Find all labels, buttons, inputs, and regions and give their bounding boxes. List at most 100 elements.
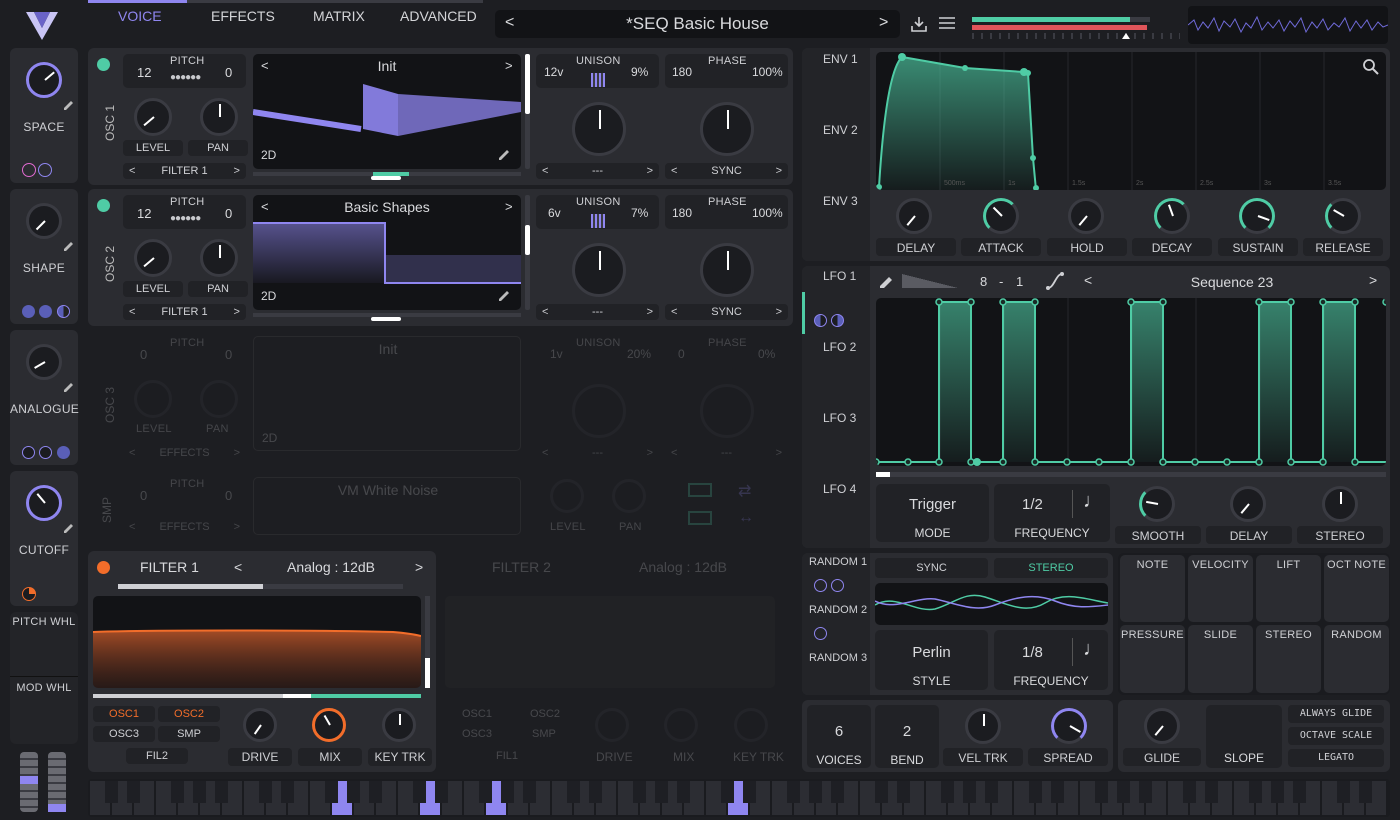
- random-frequency-value[interactable]: 1/8: [1022, 644, 1043, 661]
- osc1-unison-voices[interactable]: 12v: [544, 65, 563, 79]
- filter2-source-osc3[interactable]: OSC3: [462, 728, 492, 740]
- piano-key-black[interactable]: [721, 781, 734, 803]
- osc3-level-knob[interactable]: [134, 380, 172, 418]
- osc2-unison-detune[interactable]: 7%: [631, 206, 648, 220]
- volume-meter[interactable]: [972, 15, 1180, 41]
- preset-selector[interactable]: < *SEQ Basic House >: [495, 10, 900, 38]
- filter1-response-display[interactable]: [93, 596, 421, 688]
- osc3-distortion-type[interactable]: < --- >: [665, 445, 788, 461]
- lfo-shape-name[interactable]: Sequence 23: [1092, 274, 1372, 290]
- piano-key-black[interactable]: [1095, 781, 1108, 803]
- lfo-smooth-knob[interactable]: [1139, 486, 1175, 522]
- mod-source-note[interactable]: NOTE: [1120, 555, 1185, 622]
- lfo-grid-x[interactable]: 8: [980, 274, 987, 289]
- mod-source-icon[interactable]: [814, 627, 827, 640]
- piano-key-black[interactable]: [215, 781, 228, 803]
- filter2-mix-knob[interactable]: [664, 708, 698, 742]
- voices-control[interactable]: 6 VOICES: [807, 705, 871, 768]
- osc2-wavetable-mode[interactable]: 2D: [261, 289, 276, 303]
- osc2-distortion-knob[interactable]: [700, 243, 754, 297]
- tab-env1[interactable]: ENV 1: [823, 52, 858, 66]
- mod-source-icons[interactable]: [814, 314, 845, 332]
- filter2-source-osc2[interactable]: OSC2: [530, 708, 560, 720]
- mod-source-slide[interactable]: SLIDE: [1188, 625, 1253, 693]
- mod-source-lift[interactable]: LIFT: [1256, 555, 1321, 622]
- lfo-graph[interactable]: [876, 298, 1386, 466]
- osc2-wavetable-display[interactable]: < Basic Shapes > 2D: [253, 195, 521, 310]
- piano-key-black[interactable]: [897, 781, 910, 803]
- bend-value[interactable]: 2: [875, 723, 939, 740]
- random-stereo-button[interactable]: STEREO: [994, 558, 1108, 578]
- macro-label[interactable]: CUTOFF: [10, 543, 78, 557]
- piano-key-black[interactable]: [985, 781, 998, 803]
- mod-source-icons[interactable]: [22, 163, 52, 177]
- env-hold-knob[interactable]: [1068, 198, 1104, 234]
- osc2-tune[interactable]: 0: [225, 206, 232, 221]
- tab-effects[interactable]: EFFECTS: [211, 8, 275, 24]
- pitch-wheel[interactable]: [20, 752, 38, 812]
- filter1-source-osc2[interactable]: OSC2: [158, 706, 220, 722]
- tab-env2[interactable]: ENV 2: [823, 123, 858, 137]
- filter1-source-osc3[interactable]: OSC3: [93, 726, 155, 742]
- spread-knob[interactable]: [1051, 708, 1087, 744]
- piano-key-black[interactable]: [1293, 781, 1306, 803]
- osc1-power-toggle[interactable]: [97, 58, 110, 71]
- filter1-mix-knob[interactable]: [312, 708, 346, 742]
- env-delay-knob[interactable]: [896, 198, 932, 234]
- mod-source-random[interactable]: RANDOM: [1324, 625, 1389, 693]
- osc3-destination[interactable]: < EFFECTS >: [123, 445, 246, 461]
- piano-key-black[interactable]: [1051, 781, 1064, 803]
- tab-random3[interactable]: RANDOM 3: [809, 652, 867, 664]
- edit-icon[interactable]: [62, 239, 74, 251]
- macro-space-knob[interactable]: [26, 62, 62, 98]
- osc2-level-knob[interactable]: [134, 239, 172, 277]
- osc3-pan-knob[interactable]: [200, 380, 238, 418]
- macro-shape-knob[interactable]: [26, 203, 62, 239]
- osc1-spectral-morph[interactable]: < --- >: [536, 163, 659, 179]
- osc3-phase-random[interactable]: 0%: [758, 347, 775, 361]
- piano-key-black[interactable]: [479, 781, 492, 803]
- lfo-smoothing-slider[interactable]: [902, 274, 958, 288]
- osc2-power-toggle[interactable]: [97, 199, 110, 212]
- osc1-phase[interactable]: 180: [672, 65, 692, 79]
- piano-key-black[interactable]: [941, 781, 954, 803]
- piano-key-black[interactable]: [1249, 781, 1262, 803]
- osc1-level-knob[interactable]: [134, 98, 172, 136]
- octave-scale-toggle[interactable]: OCTAVE SCALE: [1288, 727, 1384, 745]
- keytrack-icon[interactable]: [688, 483, 712, 497]
- mod-source-pressure[interactable]: PRESSURE: [1120, 625, 1185, 693]
- sample-name[interactable]: VM White Noise: [254, 482, 522, 498]
- piano-key-black[interactable]: [787, 781, 800, 803]
- piano-key-black[interactable]: [127, 781, 140, 803]
- filter1-source-smp[interactable]: SMP: [158, 726, 220, 742]
- filter2-response-display[interactable]: [445, 596, 775, 688]
- piano-key-black[interactable]: [1183, 781, 1196, 803]
- macro-cutoff-knob[interactable]: [26, 485, 62, 521]
- piano-key-black[interactable]: [677, 781, 690, 803]
- osc3-unison-voices[interactable]: 1v: [550, 347, 563, 361]
- osc2-phase[interactable]: 180: [672, 206, 692, 220]
- osc3-phase[interactable]: 0: [678, 347, 685, 361]
- shuffle-icon[interactable]: ⇄: [738, 481, 764, 500]
- env-release-knob[interactable]: [1325, 198, 1361, 234]
- osc3-distortion-knob[interactable]: [700, 384, 754, 438]
- edit-wavetable-icon[interactable]: [497, 287, 511, 301]
- sample-tune[interactable]: 0: [225, 488, 232, 503]
- mod-wheel[interactable]: [48, 752, 66, 812]
- filter1-resonance-slider[interactable]: [425, 596, 430, 688]
- tab-voice[interactable]: VOICE: [118, 8, 162, 24]
- piano-key-black[interactable]: [1117, 781, 1130, 803]
- tab-matrix[interactable]: MATRIX: [313, 8, 365, 24]
- piano-key-black[interactable]: [963, 781, 976, 803]
- piano-key-black[interactable]: [171, 781, 184, 803]
- filter1-source-fil2[interactable]: FIL2: [126, 748, 188, 764]
- filter1-cutoff-slider[interactable]: [93, 694, 421, 698]
- sample-pan-knob[interactable]: [612, 479, 646, 513]
- piano-key-black[interactable]: [1271, 781, 1284, 803]
- filter2-type-selector[interactable]: Analog : 12dB: [608, 559, 758, 575]
- random-sync-button[interactable]: SYNC: [875, 558, 988, 578]
- osc1-transpose[interactable]: 12: [137, 65, 151, 80]
- piano-key-black[interactable]: [193, 781, 206, 803]
- tab-lfo4[interactable]: LFO 4: [823, 482, 856, 496]
- mod-source-stereo[interactable]: STEREO: [1256, 625, 1321, 693]
